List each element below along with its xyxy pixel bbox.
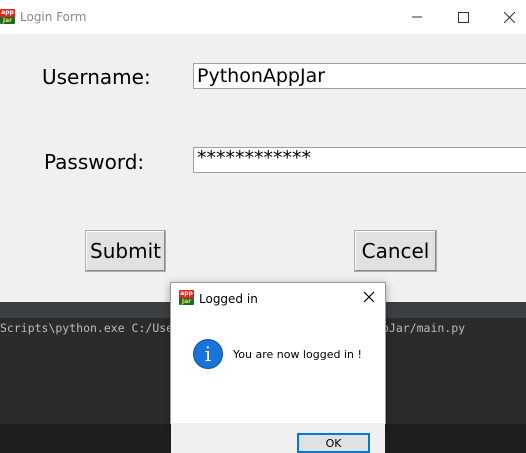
maximize-icon [457, 11, 469, 23]
password-label: Password: [44, 150, 145, 174]
close-icon [363, 291, 375, 303]
login-form-window: app Jar Login Form Username: PythonAppJa… [0, 0, 526, 302]
close-button[interactable] [486, 0, 526, 34]
minimize-icon [412, 16, 422, 18]
terminal-line-left: Scripts\python.exe C:/Use [0, 321, 174, 335]
close-icon [503, 11, 515, 23]
dialog-body: i You are now logged in ! OK [171, 313, 385, 453]
password-input[interactable]: ************ [193, 147, 526, 173]
dialog-footer: OK [171, 423, 385, 453]
ok-button[interactable]: OK [297, 433, 370, 453]
appjar-icon-top-text: app [0, 9, 15, 17]
appjar-icon-bottom-text: Jar [179, 297, 194, 305]
submit-button[interactable]: Submit [85, 230, 166, 272]
username-label: Username: [42, 65, 151, 89]
maximize-button[interactable] [440, 0, 486, 34]
terminal-line-right: pJar/main.py [382, 321, 466, 335]
appjar-icon: app Jar [0, 9, 15, 24]
info-icon: i [193, 339, 223, 369]
logged-in-dialog: app Jar Logged in i You are now logged i… [170, 282, 386, 453]
minimize-button[interactable] [394, 0, 440, 34]
dialog-title: Logged in [199, 292, 258, 306]
dialog-close-button[interactable] [361, 289, 377, 305]
window-titlebar[interactable]: app Jar Login Form [0, 0, 526, 34]
dialog-titlebar[interactable]: app Jar Logged in [171, 283, 385, 313]
appjar-icon-bottom-text: Jar [0, 16, 15, 24]
dialog-message: You are now logged in ! [233, 348, 362, 361]
cancel-button[interactable]: Cancel [354, 230, 437, 272]
username-input[interactable]: PythonAppJar [193, 63, 526, 89]
appjar-icon: app Jar [179, 290, 194, 305]
window-title: Login Form [20, 10, 87, 24]
appjar-icon-top-text: app [179, 290, 194, 298]
